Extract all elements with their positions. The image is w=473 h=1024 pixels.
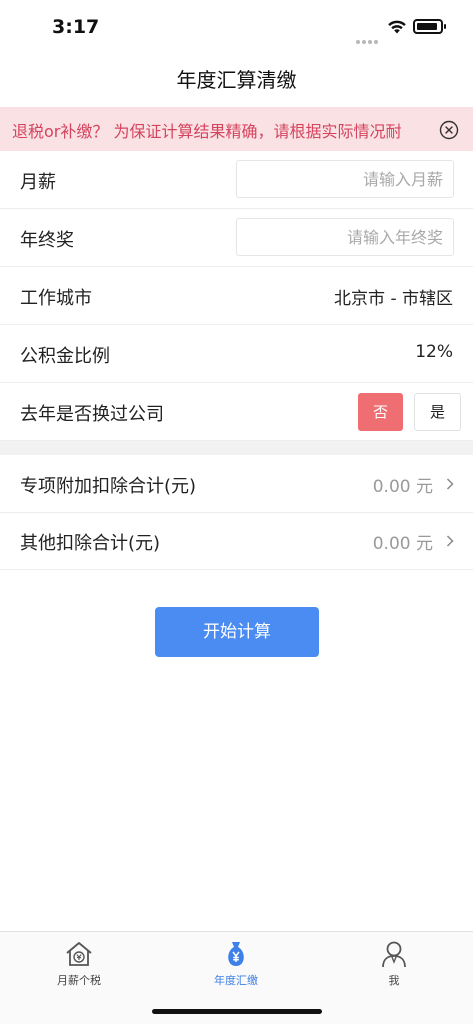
special-deductions-value: 0.00 元 xyxy=(372,477,433,497)
tab-label: 年度汇缴 xyxy=(214,974,258,987)
changed-company-label: 去年是否换过公司 xyxy=(20,404,164,425)
housing-fund-ratio-value: 12% xyxy=(415,342,453,362)
special-deductions-label: 专项附加扣除合计(元) xyxy=(20,476,197,497)
money-bag-yen-icon xyxy=(228,942,244,966)
close-icon[interactable] xyxy=(439,120,459,140)
tab-monthly-tax[interactable]: 月薪个税 xyxy=(19,935,139,991)
special-deductions-row[interactable]: 专项附加扣除合计(元) 0.00 元 xyxy=(0,455,473,513)
house-yen-icon xyxy=(66,942,92,966)
chevron-right-icon xyxy=(446,535,454,547)
other-deductions-value: 0.00 元 xyxy=(372,534,433,554)
monthly-salary-input[interactable] xyxy=(236,160,454,198)
wifi-icon xyxy=(388,20,406,34)
signal-dots-icon xyxy=(356,29,380,48)
notice-text: 退税or补缴？ 为保证计算结果精确，请根据实际情况耐 xyxy=(12,122,402,141)
monthly-salary-row: 月薪 xyxy=(0,151,473,209)
changed-company-yes-button[interactable]: 是 xyxy=(414,393,461,431)
work-city-label: 工作城市 xyxy=(20,288,92,309)
page-title: 年度汇算清缴 xyxy=(176,68,297,92)
tab-me[interactable]: 我 xyxy=(334,935,454,991)
status-time: 3:17 xyxy=(52,16,100,38)
notice-banner: 退税or补缴？ 为保证计算结果精确，请根据实际情况耐 xyxy=(0,107,473,151)
other-deductions-label: 其他扣除合计(元) xyxy=(20,533,161,554)
housing-fund-ratio-label: 公积金比例 xyxy=(20,346,110,367)
status-bar: 3:17 xyxy=(0,0,473,56)
monthly-salary-label: 月薪 xyxy=(20,172,56,193)
work-city-value: 北京市 - 市辖区 xyxy=(334,289,453,309)
home-indicator xyxy=(152,1009,322,1014)
annual-bonus-input[interactable] xyxy=(236,218,454,256)
person-icon xyxy=(382,941,406,968)
changed-company-no-button[interactable]: 否 xyxy=(358,393,403,431)
tab-label: 月薪个税 xyxy=(57,974,101,987)
annual-bonus-label: 年终奖 xyxy=(20,230,74,251)
work-city-row[interactable]: 工作城市 北京市 - 市辖区 xyxy=(0,267,473,325)
housing-fund-ratio-row[interactable]: 公积金比例 12% xyxy=(0,325,473,383)
app-screen: 3:17 年度汇算清缴 退税or补缴？ 为保证计算结果精确，请根据实际情况耐 月… xyxy=(0,0,473,1024)
chevron-right-icon xyxy=(446,478,454,490)
other-deductions-row[interactable]: 其他扣除合计(元) 0.00 元 xyxy=(0,512,473,570)
tab-annual-settlement[interactable]: 年度汇缴 xyxy=(176,935,296,991)
annual-bonus-row: 年终奖 xyxy=(0,209,473,267)
tab-label: 我 xyxy=(388,974,400,987)
section-divider xyxy=(0,441,473,455)
battery-icon xyxy=(413,19,446,34)
start-calculation-button[interactable]: 开始计算 xyxy=(155,607,319,657)
